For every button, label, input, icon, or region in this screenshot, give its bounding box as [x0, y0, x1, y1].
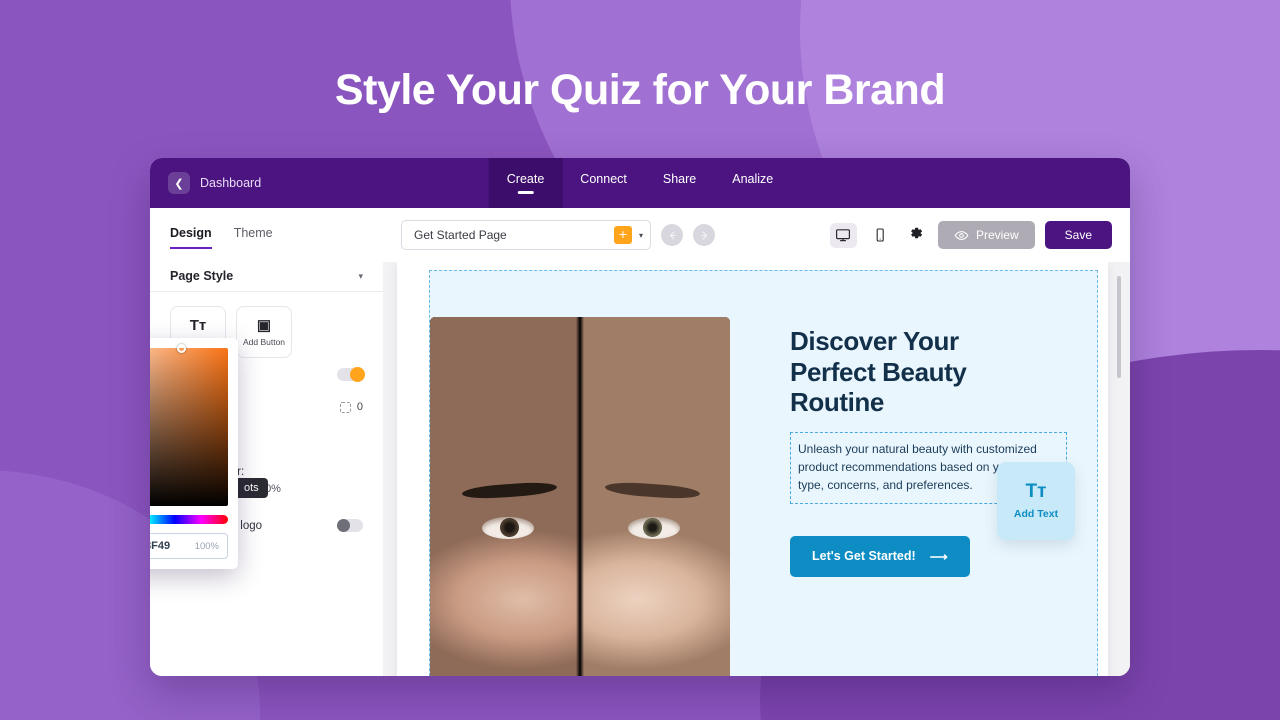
hero-image[interactable]: [430, 317, 730, 676]
radius-icon: [339, 401, 351, 413]
image-split-divider: [576, 317, 584, 676]
page-selector[interactable]: Get Started Page + ▾: [401, 220, 651, 250]
iris-right: [643, 518, 662, 537]
page-selector-value: Get Started Page: [414, 228, 507, 242]
hex-value-input[interactable]: FB8F49: [150, 540, 191, 552]
add-text-floating-label: Add Text: [1013, 508, 1059, 520]
text-icon: Tт: [1025, 481, 1047, 502]
canvas-area: Get Started Page + ▾ Preview Save Discov…: [383, 208, 1130, 676]
tooltip: ots: [235, 478, 268, 498]
mobile-view-button[interactable]: [867, 223, 894, 248]
undo-button[interactable]: [661, 224, 683, 246]
add-button-card-label: Add Button: [242, 336, 286, 347]
toggle-knob: [337, 519, 350, 532]
arrow-left-icon: [669, 231, 676, 239]
tab-create-label: Create: [506, 172, 545, 186]
tab-active-underline: [517, 191, 534, 194]
gear-icon: [911, 227, 922, 238]
hero-heading[interactable]: Discover Your Perfect Beauty Routine: [790, 326, 1030, 418]
tab-connect-label: Connect: [580, 172, 627, 186]
dashboard-label: Dashboard: [200, 176, 262, 190]
preview-button[interactable]: Preview: [937, 221, 1035, 249]
tab-analize-label: Analize: [732, 172, 774, 186]
canvas-scrollbar[interactable]: [1117, 276, 1121, 378]
chevron-down-icon[interactable]: ▾: [358, 271, 363, 282]
desktop-icon: [836, 229, 851, 242]
desktop-view-button[interactable]: [829, 222, 857, 248]
show-logo-toggle[interactable]: [337, 519, 363, 532]
radius-value: 0: [356, 401, 363, 413]
app-window: ❮ Dashboard Create Connect Share Analize: [150, 158, 1130, 676]
sidebar-tab-design[interactable]: Design: [170, 226, 212, 249]
hex-input-field[interactable]: HEX ⌄ FB8F49 100%: [150, 533, 228, 559]
dashboard-link[interactable]: ❮ Dashboard: [150, 172, 261, 194]
sidebar-tab-theme[interactable]: Theme: [234, 226, 273, 249]
eye-icon: [954, 230, 969, 240]
iris-left: [500, 518, 519, 537]
text-icon: Tт: [189, 316, 207, 334]
tab-share[interactable]: Share: [645, 158, 714, 208]
cta-button[interactable]: Let's Get Started! ⟶: [790, 535, 970, 577]
add-page-button[interactable]: +: [613, 226, 632, 244]
page-title: Style Your Quiz for Your Brand: [334, 66, 946, 114]
mobile-icon: [877, 228, 885, 242]
main-tabs: Create Connect Share Analize: [488, 158, 791, 208]
canvas-viewport: Discover Your Perfect Beauty Routine Unl…: [383, 262, 1130, 676]
add-text-floating-card[interactable]: Tт Add Text: [997, 462, 1075, 540]
save-button[interactable]: Save: [1044, 221, 1112, 249]
saturation-value-area[interactable]: [150, 344, 228, 506]
app-header: ❮ Dashboard Create Connect Share Analize: [150, 158, 1130, 208]
tab-analize[interactable]: Analize: [714, 158, 791, 208]
design-sidebar: Design Theme Page Style ▾ Tт Add Text ▣ …: [150, 208, 383, 676]
cta-button-label: Let's Get Started!: [812, 549, 916, 564]
tab-create[interactable]: Create: [488, 158, 563, 208]
color-picker-popover[interactable]: HEX ⌄ FB8F49 100%: [150, 338, 238, 569]
radius-field[interactable]: 0: [339, 401, 363, 413]
save-label: Save: [1064, 228, 1092, 242]
chevron-down-icon[interactable]: ▾: [639, 231, 643, 240]
chevron-left-icon[interactable]: ❮: [168, 172, 190, 194]
hue-slider[interactable]: [150, 515, 228, 524]
hex-opacity-input[interactable]: 100%: [195, 541, 219, 552]
redo-button[interactable]: [693, 224, 715, 246]
tab-share-label: Share: [662, 172, 697, 186]
saturation-handle[interactable]: [177, 344, 186, 353]
settings-button[interactable]: [908, 225, 924, 246]
preview-label: Preview: [975, 228, 1019, 242]
app-body: Design Theme Page Style ▾ Tт Add Text ▣ …: [150, 208, 1130, 676]
page-style-label: Page Style: [170, 269, 234, 283]
sidebar-tabs: Design Theme: [150, 226, 383, 249]
sidebar-toggle-switch[interactable]: [337, 367, 365, 382]
tab-connect[interactable]: Connect: [562, 158, 645, 208]
arrow-right-icon: ⟶: [929, 549, 948, 564]
button-icon: ▣: [256, 316, 272, 334]
toggle-knob: [350, 367, 365, 382]
canvas-toolbar: Get Started Page + ▾ Preview Save: [383, 208, 1130, 262]
arrow-right-icon: [700, 231, 707, 239]
page-style-section-header[interactable]: Page Style ▾: [150, 249, 383, 292]
add-button-card[interactable]: ▣ Add Button: [236, 306, 292, 358]
